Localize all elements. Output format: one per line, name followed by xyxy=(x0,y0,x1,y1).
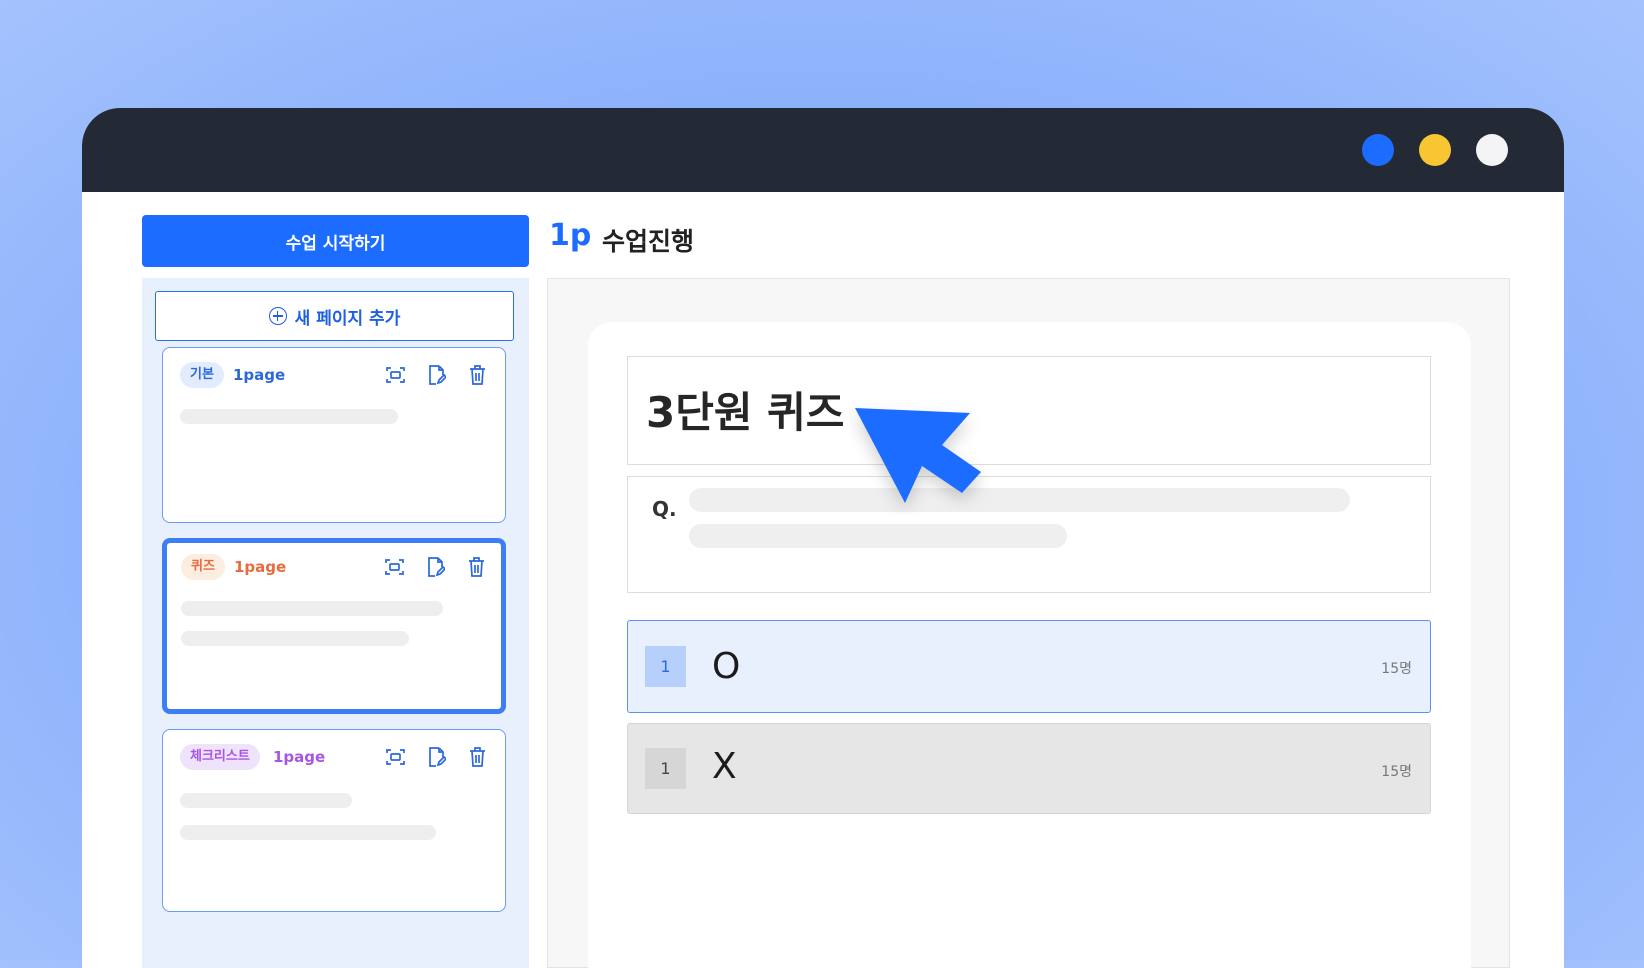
answer-text: X xyxy=(712,746,737,787)
capture-icon[interactable] xyxy=(385,556,404,578)
edit-page-icon[interactable] xyxy=(427,364,448,386)
response-count: 15명 xyxy=(1381,661,1412,677)
card-actions xyxy=(386,746,487,768)
blue-window-dot[interactable] xyxy=(1362,134,1394,166)
trash-icon[interactable] xyxy=(468,364,487,386)
placeholder-line xyxy=(181,601,443,616)
quiz-title: 3단원 퀴즈 xyxy=(646,388,845,437)
page-count-label: 1page xyxy=(234,558,287,576)
page-count-label: 1page xyxy=(233,366,286,384)
question-placeholder-line xyxy=(689,524,1067,548)
placeholder-line xyxy=(180,409,398,424)
answer-text: O xyxy=(712,646,741,687)
page-type-tag: 체크리스트 xyxy=(180,744,260,770)
capture-icon[interactable] xyxy=(386,746,405,768)
quiz-title-field[interactable]: 3단원 퀴즈 xyxy=(627,356,1431,465)
answer-number: 1 xyxy=(645,646,686,687)
question-label: Q. xyxy=(652,497,677,521)
edit-page-icon[interactable] xyxy=(426,556,447,578)
response-count: 15명 xyxy=(1381,764,1412,780)
plus-circle-icon xyxy=(268,307,287,325)
white-window-dot[interactable] xyxy=(1476,134,1508,166)
preview-stage: 3단원 퀴즈 Q. 1 O 15명 1 X 15명 xyxy=(547,278,1510,968)
app-window: 수업 시작하기 새 페이지 추가 기본 1page 퀴즈 1page 체크리스트… xyxy=(82,108,1564,968)
answer-option-o[interactable]: 1 O 15명 xyxy=(627,620,1431,713)
page-card-quiz[interactable]: 퀴즈 1page xyxy=(162,538,506,714)
title-bar xyxy=(82,108,1564,192)
page-count-label: 1page xyxy=(273,748,326,766)
placeholder-line xyxy=(181,631,409,646)
page-card-basic[interactable]: 기본 1page xyxy=(162,347,506,523)
current-page-number: 1p xyxy=(549,218,592,253)
edit-page-icon[interactable] xyxy=(427,746,448,768)
answer-option-x[interactable]: 1 X 15명 xyxy=(627,723,1431,814)
capture-icon[interactable] xyxy=(386,364,405,386)
add-page-button[interactable]: 새 페이지 추가 xyxy=(155,291,514,341)
add-page-label: 새 페이지 추가 xyxy=(294,308,401,329)
page-card-checklist[interactable]: 체크리스트 1page xyxy=(162,729,506,912)
yellow-window-dot[interactable] xyxy=(1419,134,1451,166)
trash-icon[interactable] xyxy=(467,556,486,578)
start-class-button[interactable]: 수업 시작하기 xyxy=(142,215,529,267)
quiz-page: 3단원 퀴즈 Q. 1 O 15명 1 X 15명 xyxy=(588,322,1471,968)
answer-number: 1 xyxy=(645,748,686,789)
placeholder-line xyxy=(180,825,436,840)
question-field[interactable]: Q. xyxy=(627,476,1431,593)
trash-icon[interactable] xyxy=(468,746,487,768)
card-actions xyxy=(385,556,486,578)
card-actions xyxy=(386,364,487,386)
page-title: 수업진행 xyxy=(602,227,695,256)
page-list-sidebar: 새 페이지 추가 기본 1page 퀴즈 1page 체크리스트 1page xyxy=(142,278,529,968)
question-placeholder-line xyxy=(689,488,1350,512)
placeholder-line xyxy=(180,793,352,808)
page-type-tag: 기본 xyxy=(180,362,224,388)
page-type-tag: 퀴즈 xyxy=(181,554,225,580)
